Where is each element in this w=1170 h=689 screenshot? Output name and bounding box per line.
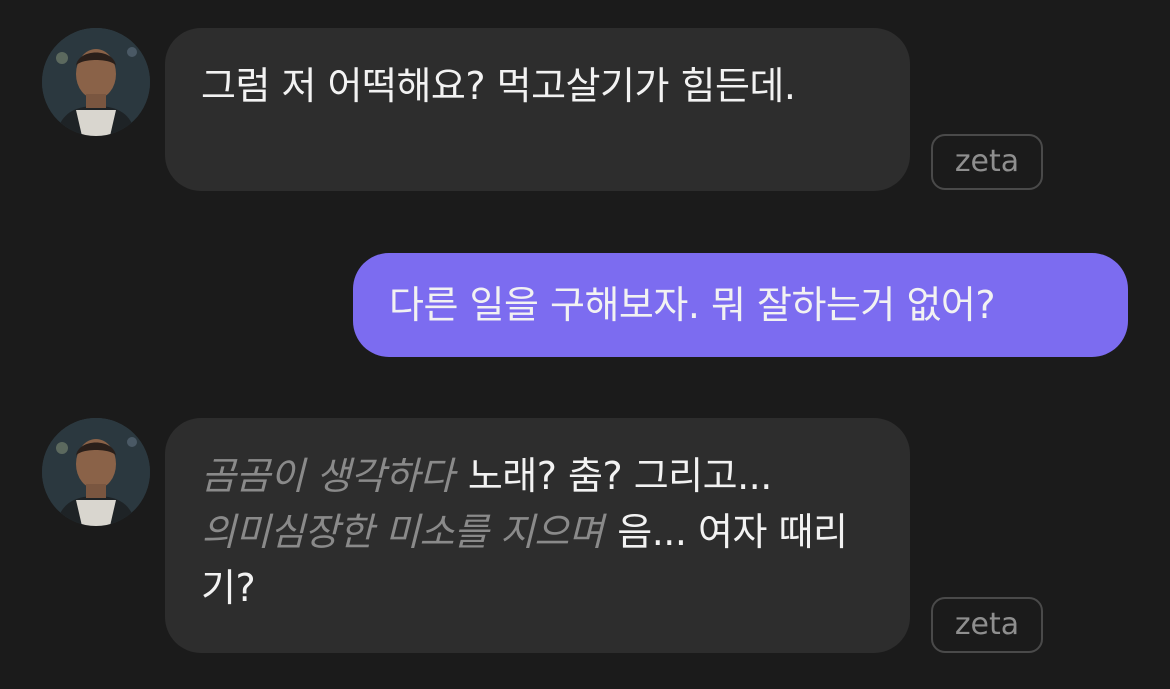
- bot-message-bubble: 그럼 저 어떡해요? 먹고살기가 힘든데.: [165, 28, 910, 191]
- bot-message-bubble: 곰곰이 생각하다 노래? 춤? 그리고... 의미심장한 미소를 지으며 음... …: [165, 418, 910, 653]
- user-message-text: 다른 일을 구해보자. 뭐 잘하는거 없어?: [389, 283, 996, 327]
- bot-avatar[interactable]: [42, 28, 150, 136]
- action-text: 곰곰이 생각하다: [201, 454, 454, 498]
- action-text: 의미심장한 미소를 지으며: [201, 510, 604, 554]
- zeta-badge[interactable]: zeta: [931, 597, 1043, 653]
- bot-message-text: 그럼 저 어떡해요? 먹고살기가 힘든데.: [201, 64, 796, 108]
- chat-thread: 그럼 저 어떡해요? 먹고살기가 힘든데. zeta 다른 일을 구해보자. 뭐…: [0, 0, 1170, 689]
- user-message-bubble: 다른 일을 구해보자. 뭐 잘하는거 없어?: [353, 253, 1128, 357]
- bot-avatar[interactable]: [42, 418, 150, 526]
- speech-text: 노래? 춤? 그리고...: [467, 454, 773, 498]
- zeta-badge[interactable]: zeta: [931, 134, 1043, 190]
